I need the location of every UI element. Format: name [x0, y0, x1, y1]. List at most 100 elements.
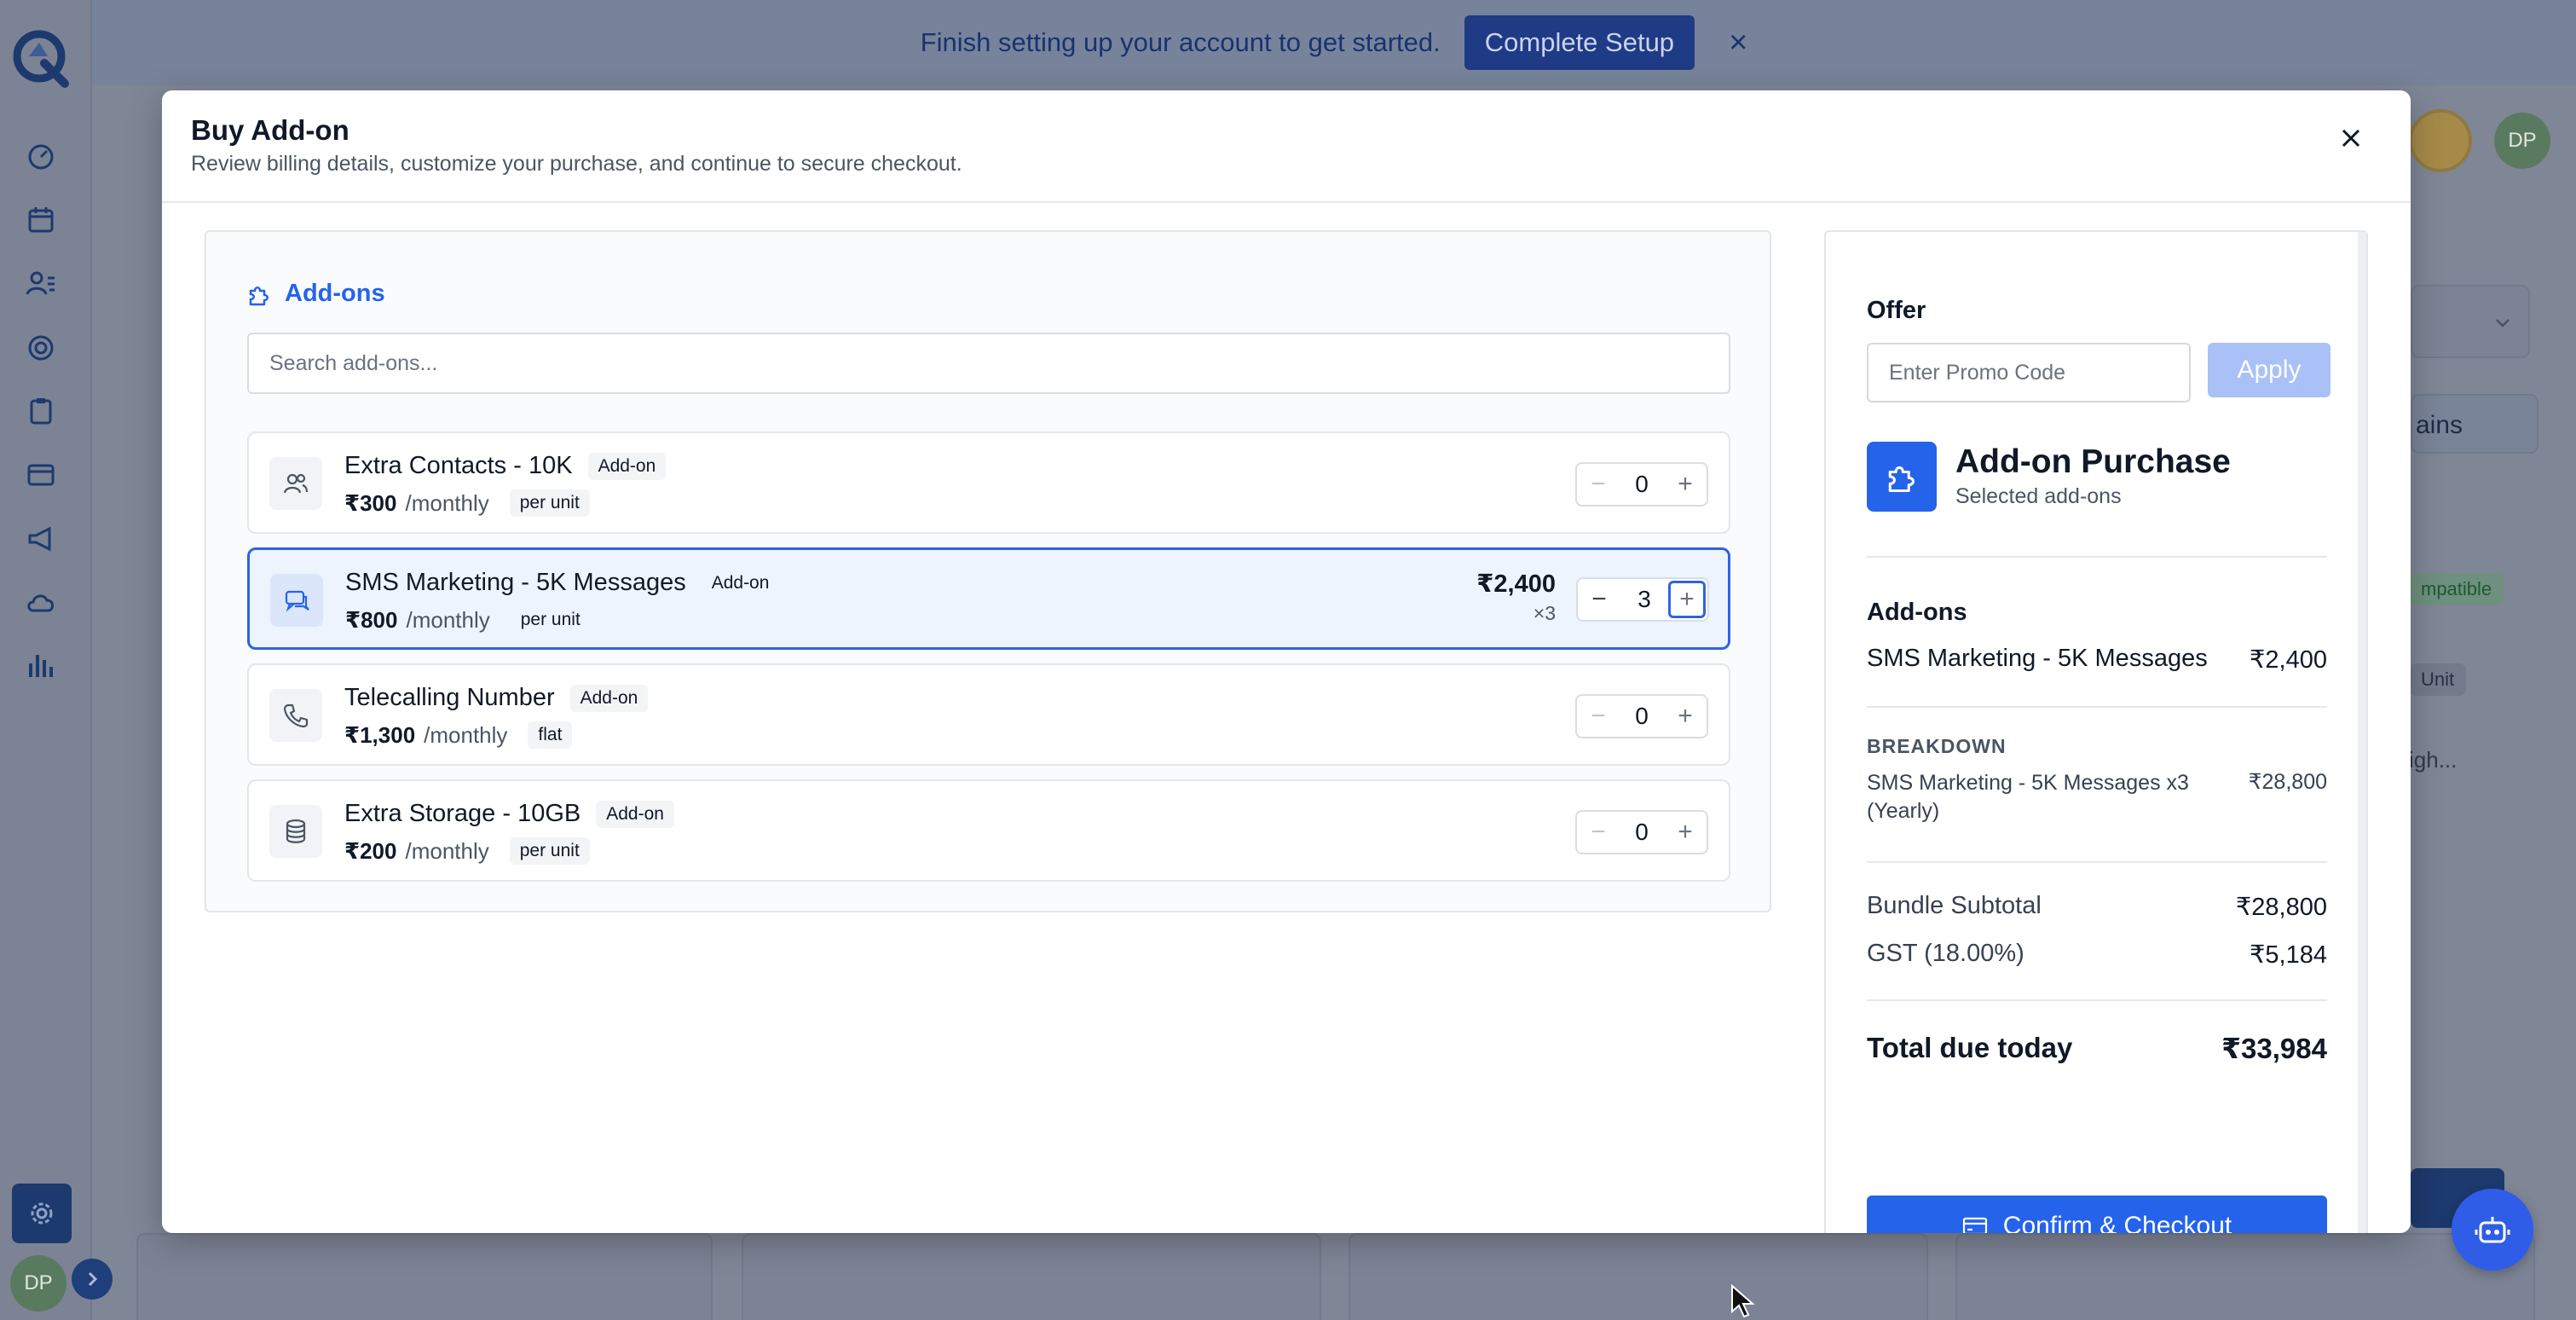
contacts-icon[interactable]: [24, 266, 58, 300]
chatbot-button[interactable]: [2452, 1189, 2533, 1271]
addon-total-multiplier: ×3: [1533, 602, 1556, 624]
confirm-checkout-label: Confirm & Checkout: [2002, 1212, 2232, 1233]
subtotal-line: Bundle Subtotal ₹28,800: [1867, 892, 2327, 922]
addon-price-period: /monthly: [405, 837, 489, 864]
addon-name: Extra Contacts - 10K Add-on: [344, 452, 667, 481]
addon-unit-badge: per unit: [509, 489, 590, 517]
addon-price-period: /monthly: [406, 606, 490, 633]
addon-name-text: Extra Storage - 10GB: [344, 800, 581, 827]
close-icon: [2342, 129, 2360, 148]
addon-row-telecalling[interactable]: Telecalling Number Add-on ₹1,300/monthly f…: [247, 663, 1730, 766]
bg-desc-text: igh...: [2409, 747, 2458, 773]
card-icon[interactable]: [24, 457, 58, 491]
addon-row-extra-storage[interactable]: Extra Storage - 10GB Add-on ₹200/monthly p…: [247, 779, 1730, 882]
calendar-icon[interactable]: [24, 203, 58, 237]
addon-badge: Add-on: [587, 453, 667, 481]
quantity-value[interactable]: 0: [1620, 703, 1664, 730]
chevron-down-icon: [2496, 319, 2510, 327]
promo-code-input[interactable]: [1867, 343, 2191, 402]
increment-button[interactable]: +: [1668, 581, 1706, 618]
breakdown-amount: ₹28,800: [2248, 770, 2327, 794]
credit-card-icon: [1962, 1217, 1987, 1233]
bg-compatible-tag: mpatible: [2409, 573, 2504, 605]
bg-card-2: [742, 1233, 1321, 1320]
addon-name: SMS Marketing - 5K Messages Add-on: [345, 569, 779, 597]
addon-unit-badge: per unit: [520, 610, 580, 629]
settings-button[interactable]: [12, 1184, 72, 1243]
addons-search-input[interactable]: [247, 333, 1730, 394]
gst-amount: ₹5,184: [2249, 941, 2327, 969]
addon-row-extra-contacts[interactable]: Extra Contacts - 10K Add-on ₹300/monthly p…: [247, 431, 1730, 534]
chat-icon: [270, 574, 323, 627]
addon-row-sms-marketing[interactable]: SMS Marketing - 5K Messages Add-on ₹800/m…: [247, 547, 1730, 650]
breakdown-name: SMS Marketing - 5K Messages x3 (Yearly): [1867, 771, 2189, 823]
gear-icon: [31, 1202, 53, 1224]
complete-setup-button[interactable]: Complete Setup: [1464, 15, 1695, 70]
whatsapp-icon[interactable]: [2409, 109, 2472, 172]
breakdown-label: BREAKDOWN: [1867, 735, 2007, 757]
increment-button[interactable]: +: [1664, 464, 1707, 505]
apply-promo-button[interactable]: Apply: [2208, 343, 2331, 397]
decrement-button[interactable]: −: [1578, 579, 1620, 620]
decrement-button[interactable]: −: [1577, 696, 1620, 737]
decrement-button[interactable]: −: [1577, 464, 1620, 505]
purchase-title: Add-on Purchase: [1955, 443, 2231, 480]
dashboard-icon[interactable]: [24, 140, 58, 174]
addons-heading: Add-ons: [245, 280, 385, 308]
summary-scrollbar[interactable]: [2358, 232, 2366, 1233]
robot-icon: [2475, 1217, 2510, 1243]
modal-close-button[interactable]: [2332, 119, 2370, 157]
addon-price-period: /monthly: [424, 721, 508, 748]
addon-name: Telecalling Number Add-on: [344, 684, 649, 713]
sidebar-avatar[interactable]: DP: [10, 1255, 66, 1311]
bg-tab: ains: [2411, 394, 2538, 454]
addon-price-period: /monthly: [405, 489, 489, 516]
divider: [1867, 861, 2327, 863]
puzzle-icon: [1867, 442, 1937, 512]
quantity-value[interactable]: 0: [1620, 819, 1664, 846]
banner-close-icon[interactable]: ×: [1729, 25, 1747, 61]
addons-heading-label: Add-ons: [285, 280, 385, 307]
total-amount: ₹33,984: [2221, 1033, 2327, 1064]
addon-price: ₹1,300/monthly flat: [344, 721, 573, 749]
clipboard-icon[interactable]: [24, 394, 58, 428]
divider: [1867, 706, 2327, 708]
decrement-button[interactable]: −: [1577, 812, 1620, 853]
app-sidebar: DP: [0, 0, 113, 1320]
addon-price-amount: ₹200: [344, 837, 397, 864]
addons-panel: Add-ons Extra Contacts - 10KAdd-on ₹300/…: [205, 230, 1771, 912]
quantity-value[interactable]: 3: [1620, 586, 1668, 613]
quantity-stepper: − 3 +: [1576, 577, 1709, 622]
addon-badge: Add-on: [569, 685, 649, 713]
total-label: Total due today: [1867, 1032, 2073, 1063]
increment-button[interactable]: +: [1664, 812, 1707, 853]
addon-price: ₹800/monthly per unit: [345, 606, 591, 634]
total-line: Total due today ₹33,984: [1867, 1032, 2327, 1065]
confirm-checkout-button[interactable]: Confirm & Checkout: [1867, 1196, 2327, 1233]
addon-price-amount: ₹1,300: [344, 721, 416, 748]
summary-addons-title: Add-ons: [1867, 599, 1967, 626]
modal-subtitle: Review billing details, customize your p…: [191, 152, 962, 176]
quantity-value[interactable]: 0: [1620, 471, 1664, 498]
puzzle-icon: [249, 286, 269, 305]
bg-card-4: [1955, 1233, 2535, 1320]
phone-icon: [269, 689, 322, 742]
summary-addon-amount: ₹2,400: [2249, 646, 2327, 674]
addon-name: Extra Storage - 10GB Add-on: [344, 800, 674, 829]
bg-unit-tag: Unit: [2409, 663, 2467, 696]
summary-addon-name: SMS Marketing - 5K Messages: [1867, 645, 2208, 672]
target-icon[interactable]: [24, 331, 58, 365]
cloud-icon[interactable]: [24, 585, 58, 619]
addon-unit-badge: flat: [528, 721, 573, 749]
increment-button[interactable]: +: [1664, 696, 1707, 737]
subtotal-amount: ₹28,800: [2235, 894, 2327, 921]
database-icon: [269, 805, 322, 858]
bar-chart-icon[interactable]: [24, 648, 58, 682]
modal-title: Buy Add-on: [191, 114, 349, 146]
addon-name-text: SMS Marketing - 5K Messages: [345, 569, 686, 596]
addon-total-amount: ₹2,400: [1476, 570, 1556, 598]
header-avatar[interactable]: DP: [2494, 113, 2550, 169]
megaphone-icon[interactable]: [24, 522, 58, 556]
addon-badge: Add-on: [596, 801, 674, 829]
sidebar-expand-button[interactable]: [72, 1259, 113, 1300]
